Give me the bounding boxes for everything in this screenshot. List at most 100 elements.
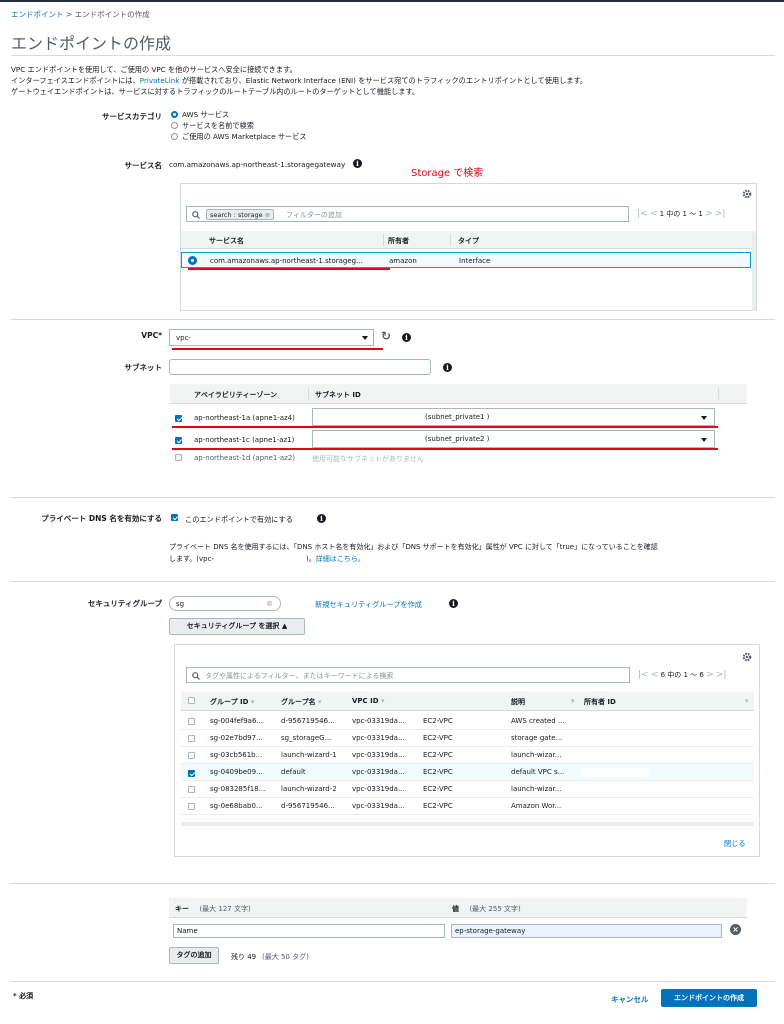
column-header-owner[interactable]: 所有者 <box>388 236 409 246</box>
breadcrumb-endpoints-link[interactable]: エンドポイント <box>11 10 64 19</box>
table-row[interactable]: sg-03cb561b... launch-wizard-1 vpc-03319da… <box>181 747 754 764</box>
row-vpc-name: EC2-VPC <box>423 717 453 725</box>
subnet-row: ap-northeast-1c (apne1-az1) (subnet_priv… <box>170 428 747 450</box>
table-row[interactable]: sg-004fef9a6... d-956719546... vpc-03319da… <box>181 713 754 730</box>
row-checkbox[interactable] <box>188 770 195 777</box>
security-group-input-value: sg <box>176 600 185 608</box>
breadcrumb-separator: > <box>65 10 73 19</box>
last-page-icon[interactable]: >| <box>716 670 727 680</box>
prev-page-icon[interactable]: < <box>651 670 659 680</box>
column-header-group-id[interactable]: グループ ID ▾ <box>210 697 254 707</box>
learn-more-link[interactable]: 詳細はこちら。 <box>316 555 365 563</box>
subnet-rows: ap-northeast-1a (apne1-az4) (subnet_priv… <box>170 404 747 466</box>
security-group-search-input[interactable]: タグや属性によるフィルター、またはキーワードによる検索 <box>186 667 630 683</box>
column-header-group-name[interactable]: グループ名 ▾ <box>281 697 322 707</box>
vpc-select[interactable]: vpc- <box>169 329 374 346</box>
row-description: default VPC s... <box>511 768 565 776</box>
scrollbar[interactable] <box>181 822 754 826</box>
info-icon[interactable]: i <box>449 599 458 608</box>
column-header-subnet-id[interactable]: サブネット ID <box>315 390 361 400</box>
service-search-input[interactable]: search : storage ⊗ フィルターの追加 <box>186 206 629 222</box>
subnet-az: ap-northeast-1a (apne1-az4) <box>194 414 295 422</box>
create-endpoint-button[interactable]: エンドポイントの作成 <box>661 989 757 1007</box>
privatelink-link[interactable]: PrivateLink <box>140 76 180 85</box>
column-divider <box>718 388 719 400</box>
radio-find-by-name[interactable]: サービスを名前で検索 <box>171 120 307 131</box>
table-row[interactable]: com.amazonaws.ap-northeast-1.storageg...… <box>181 252 751 268</box>
add-tag-button[interactable]: タグの追加 <box>169 947 219 964</box>
subnet-select[interactable]: (subnet_private2 ) <box>312 430 715 448</box>
radio-marketplace[interactable]: ご使用の AWS Marketplace サービス <box>171 131 307 142</box>
search-icon <box>192 211 200 219</box>
cancel-link[interactable]: キャンセル <box>611 994 649 1005</box>
last-page-icon[interactable]: >| <box>715 209 726 219</box>
first-page-icon[interactable]: |< <box>637 209 648 219</box>
table-row[interactable]: sg-02e7bd97... sg_storageG... vpc-03319da.… <box>181 730 754 747</box>
row-checkbox[interactable] <box>188 752 195 759</box>
column-header-az[interactable]: アベイラビリティーゾーン <box>194 390 277 400</box>
scrollbar[interactable] <box>752 233 756 311</box>
gear-icon[interactable] <box>742 652 752 662</box>
radio-icon[interactable] <box>171 111 178 118</box>
row-checkbox[interactable] <box>188 718 195 725</box>
column-header-type[interactable]: タイプ <box>458 236 479 246</box>
info-icon[interactable]: i <box>317 514 326 523</box>
row-owner: amazon <box>389 257 417 265</box>
select-all-checkbox[interactable] <box>188 697 195 704</box>
row-group-name: sg_storageG... <box>281 734 332 742</box>
column-header-description[interactable]: 説明 <box>511 697 525 707</box>
subnet-row: ap-northeast-1d (apne1-az2) 使用可能なサブネットがあ… <box>170 450 747 466</box>
subnet-unavailable-note: 使用可能なサブネットがありません <box>312 455 424 463</box>
radio-icon[interactable] <box>171 122 178 129</box>
row-checkbox[interactable] <box>188 786 195 793</box>
column-header-service-name[interactable]: サービス名 <box>209 236 244 246</box>
select-security-group-button[interactable]: セキュリティグループ を選択 ▲ <box>169 618 305 635</box>
sort-icon: ▾ <box>250 698 255 706</box>
security-group-input[interactable]: sg ⊗ <box>169 596 281 611</box>
refresh-icon[interactable]: ↻ <box>381 329 391 343</box>
radio-aws-service[interactable]: AWS サービス <box>171 109 307 120</box>
search-token[interactable]: search : storage ⊗ <box>206 209 275 220</box>
column-divider <box>450 234 451 246</box>
select-security-group-label: セキュリティグループ を選択 <box>186 622 280 630</box>
row-checkbox[interactable] <box>188 803 195 810</box>
row-vpc-name: EC2-VPC <box>423 785 453 793</box>
table-row[interactable]: sg-0409be09... default vpc-03319da... EC2-V… <box>181 764 754 781</box>
row-group-id: sg-004fef9a6... <box>210 717 264 725</box>
column-label: 説明 <box>511 698 525 706</box>
row-service-name: com.amazonaws.ap-northeast-1.storageg... <box>210 257 363 265</box>
column-header-vpc-id[interactable]: VPC ID ▾ <box>352 697 385 705</box>
subnet-checkbox[interactable] <box>175 415 182 422</box>
row-vpc-id: vpc-03319da... <box>352 734 405 742</box>
required-note: * 必須 <box>13 992 34 1000</box>
subnet-row: ap-northeast-1a (apne1-az4) (subnet_priv… <box>170 406 747 428</box>
subnet-checkbox[interactable] <box>175 437 182 444</box>
close-link[interactable]: 閉じる <box>724 839 746 849</box>
table-row[interactable]: sg-083285f18... launch-wizard-2 vpc-03319d… <box>181 781 754 798</box>
info-icon[interactable]: i <box>443 363 452 372</box>
caret-up-icon: ▲ <box>281 622 288 630</box>
subnet-search-input[interactable] <box>169 359 431 375</box>
row-group-id: sg-083285f18... <box>210 785 266 793</box>
clear-icon[interactable]: ⊗ <box>266 599 273 608</box>
next-page-icon[interactable]: > <box>705 209 713 219</box>
first-page-icon[interactable]: |< <box>638 670 649 680</box>
remove-token-icon[interactable]: ⊗ <box>265 211 270 219</box>
table-row[interactable]: sg-0e68bab0... d-956719546... vpc-03319da.… <box>181 798 754 815</box>
subnet-select[interactable]: (subnet_private1 ) <box>312 408 715 426</box>
tag-key-input[interactable]: Name <box>173 924 445 938</box>
next-page-icon[interactable]: > <box>706 670 714 680</box>
remove-tag-icon[interactable]: × <box>730 924 741 935</box>
row-checkbox[interactable] <box>188 735 195 742</box>
tag-value-input[interactable]: ep-storage-gateway <box>451 924 722 938</box>
private-dns-note: プライベート DNS 名を使用するには、「DNS ホスト名を有効化」および「DN… <box>169 541 759 565</box>
row-radio[interactable] <box>188 256 197 265</box>
column-header-owner-id[interactable]: 所有者 ID <box>584 697 616 707</box>
private-dns-checkbox[interactable] <box>171 514 178 521</box>
info-icon[interactable]: i <box>353 159 362 168</box>
prev-page-icon[interactable]: < <box>650 209 658 219</box>
info-icon[interactable]: i <box>402 333 411 342</box>
radio-icon[interactable] <box>171 133 178 140</box>
create-security-group-link[interactable]: 新規セキュリティグループを作成 <box>315 600 422 610</box>
gear-icon[interactable] <box>742 189 752 199</box>
